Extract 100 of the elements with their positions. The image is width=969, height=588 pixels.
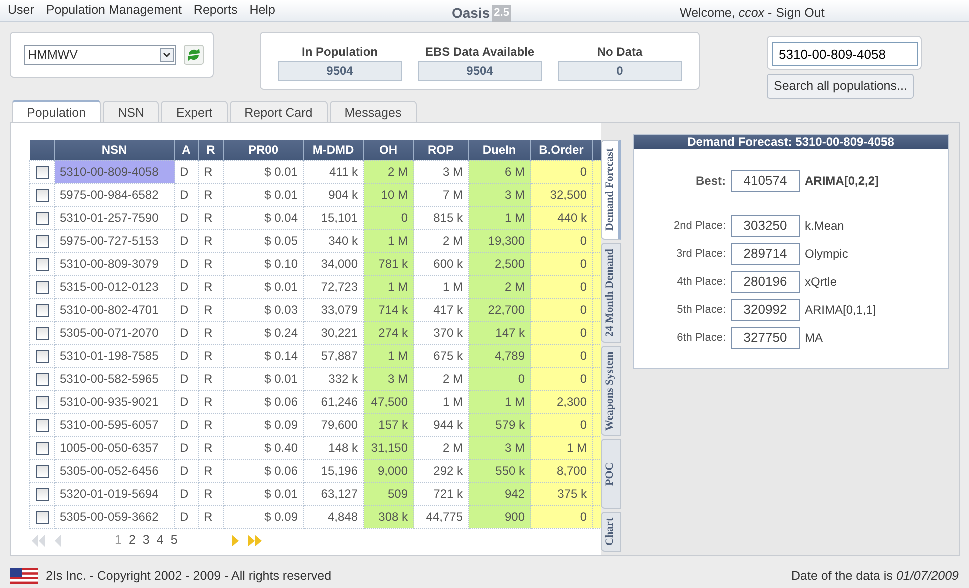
row-checkbox[interactable] xyxy=(36,166,48,179)
table-cell: 904 k xyxy=(304,183,364,206)
page-link[interactable]: 4 xyxy=(156,531,164,550)
table-cell: $ 0.14 xyxy=(224,344,304,367)
table-cell: 2 M xyxy=(414,229,468,252)
column-header[interactable]: R xyxy=(198,140,224,160)
panel-title: Demand Forecast: 5310-00-809-4058 xyxy=(634,135,948,149)
row-checkbox[interactable] xyxy=(36,234,48,248)
table-cell: 31,150 xyxy=(364,436,414,459)
table-cell: 0 xyxy=(530,505,592,528)
table-cell: 5305-00-071-2070 xyxy=(54,321,174,344)
column-header[interactable]: DueIn xyxy=(468,140,530,160)
table-cell: R xyxy=(198,229,224,252)
table-cell: 10 M xyxy=(364,183,414,206)
table-cell: 5310-00-809-3079 xyxy=(54,252,174,275)
refresh-icon[interactable] xyxy=(184,45,204,65)
welcome-text: Welcome, ccox - xyxy=(680,5,772,22)
row-checkbox[interactable] xyxy=(36,396,48,409)
menu-item[interactable]: Help xyxy=(250,1,276,20)
population-dropdown[interactable]: HMMWV xyxy=(24,45,176,65)
table-cell: 34,000 xyxy=(304,252,364,275)
table-cell: 5310-00-809-4058 xyxy=(54,160,174,183)
row-checkbox[interactable] xyxy=(36,326,48,340)
sign-out-link[interactable]: Sign Out xyxy=(776,4,825,23)
table-cell: D xyxy=(174,482,198,505)
table-cell: 5310-01-198-7585 xyxy=(54,344,174,367)
table-cell: R xyxy=(198,275,224,298)
table-cell: D xyxy=(174,321,198,344)
menu-item[interactable]: User xyxy=(8,1,34,20)
table-cell: 781 k xyxy=(364,252,414,275)
row-checkbox[interactable] xyxy=(36,304,48,317)
row-checkbox[interactable] xyxy=(36,258,48,271)
table-cell: $ 0.06 xyxy=(224,390,304,413)
forecast-value: 289714 xyxy=(731,243,800,265)
tab[interactable]: Expert xyxy=(161,101,228,122)
table-cell: 292 k xyxy=(414,459,468,482)
tab[interactable]: Population xyxy=(12,100,102,122)
tab[interactable]: Messages xyxy=(330,101,417,122)
row-checkbox[interactable] xyxy=(36,350,48,363)
side-tab[interactable]: POC xyxy=(601,439,621,509)
table-cell: 411 k xyxy=(304,160,364,183)
table-cell: 22,700 xyxy=(468,298,530,321)
tab[interactable]: Report Card xyxy=(230,101,328,122)
table-cell: 4,848 xyxy=(304,505,364,528)
table-cell: 1 M xyxy=(468,390,530,413)
table-cell: 57,887 xyxy=(304,344,364,367)
row-checkbox[interactable] xyxy=(36,188,48,202)
page-link[interactable]: 3 xyxy=(142,531,150,550)
forecast-label: 2nd Place: xyxy=(673,218,726,234)
column-header[interactable]: ROP xyxy=(414,140,468,160)
column-header[interactable]: PR00 xyxy=(224,140,304,160)
table-cell: $ 0.01 xyxy=(224,160,304,183)
table-cell: 721 k xyxy=(414,482,468,505)
row-checkbox[interactable] xyxy=(36,464,48,478)
method-name: ARIMA[0,2,2] xyxy=(805,173,880,190)
table-cell: 5975-00-984-6582 xyxy=(54,183,174,206)
tab[interactable]: NSN xyxy=(103,101,160,122)
column-header[interactable]: B.Order xyxy=(530,140,592,160)
row-checkbox[interactable] xyxy=(36,280,48,294)
table-cell: 5310-00-802-4701 xyxy=(54,298,174,321)
row-checkbox[interactable] xyxy=(36,372,48,386)
table-cell: 0 xyxy=(530,413,592,436)
table-cell: 417 k xyxy=(414,298,468,321)
table-cell: 15,101 xyxy=(304,206,364,229)
table-cell: 2 M xyxy=(414,436,468,459)
row-checkbox[interactable] xyxy=(36,418,48,432)
row-checkbox[interactable] xyxy=(36,488,48,501)
side-tab[interactable]: Demand Forecast xyxy=(601,140,621,240)
side-tab[interactable]: 24 Month Demand xyxy=(601,243,621,343)
column-header[interactable]: M-DMD xyxy=(304,140,364,160)
stat-value: 9504 xyxy=(278,61,402,81)
forecast-label: 6th Place: xyxy=(676,330,726,346)
table-cell: 61,246 xyxy=(304,390,364,413)
table-cell: D xyxy=(174,275,198,298)
dropdown-caret-icon[interactable] xyxy=(160,48,174,62)
search-all-button[interactable]: Search all populations... xyxy=(767,74,914,99)
row-checkbox[interactable] xyxy=(36,442,48,455)
menu-item[interactable]: Population Management xyxy=(46,1,182,20)
table-cell: 1 M xyxy=(468,206,530,229)
table-cell: 579 k xyxy=(468,413,530,436)
table-cell: D xyxy=(174,505,198,528)
side-tab[interactable]: Weapons System xyxy=(601,346,621,436)
copyright-text: 2Is Inc. - Copyright 2002 - 2009 - All rights reserved xyxy=(46,568,332,585)
page-link[interactable]: 5 xyxy=(170,531,178,550)
column-header[interactable]: NSN xyxy=(54,140,174,160)
table-cell: D xyxy=(174,298,198,321)
column-header[interactable]: A xyxy=(174,140,198,160)
page-link[interactable]: 2 xyxy=(128,531,136,550)
table-cell: 63,127 xyxy=(304,482,364,505)
logo-text: Oasis xyxy=(452,4,490,23)
method-name: MA xyxy=(805,330,823,347)
search-field[interactable]: 5310-00-809-4058 xyxy=(772,42,918,66)
data-date-text: Date of the data is 01/07/2009 xyxy=(792,568,959,585)
menu-item[interactable]: Reports xyxy=(194,1,238,20)
row-checkbox[interactable] xyxy=(36,510,48,524)
column-header[interactable]: OH xyxy=(364,140,414,160)
side-tab[interactable]: Chart xyxy=(601,512,621,552)
row-checkbox[interactable] xyxy=(36,212,48,225)
stat-label: In Population xyxy=(301,44,379,61)
table-cell: 15,196 xyxy=(304,459,364,482)
